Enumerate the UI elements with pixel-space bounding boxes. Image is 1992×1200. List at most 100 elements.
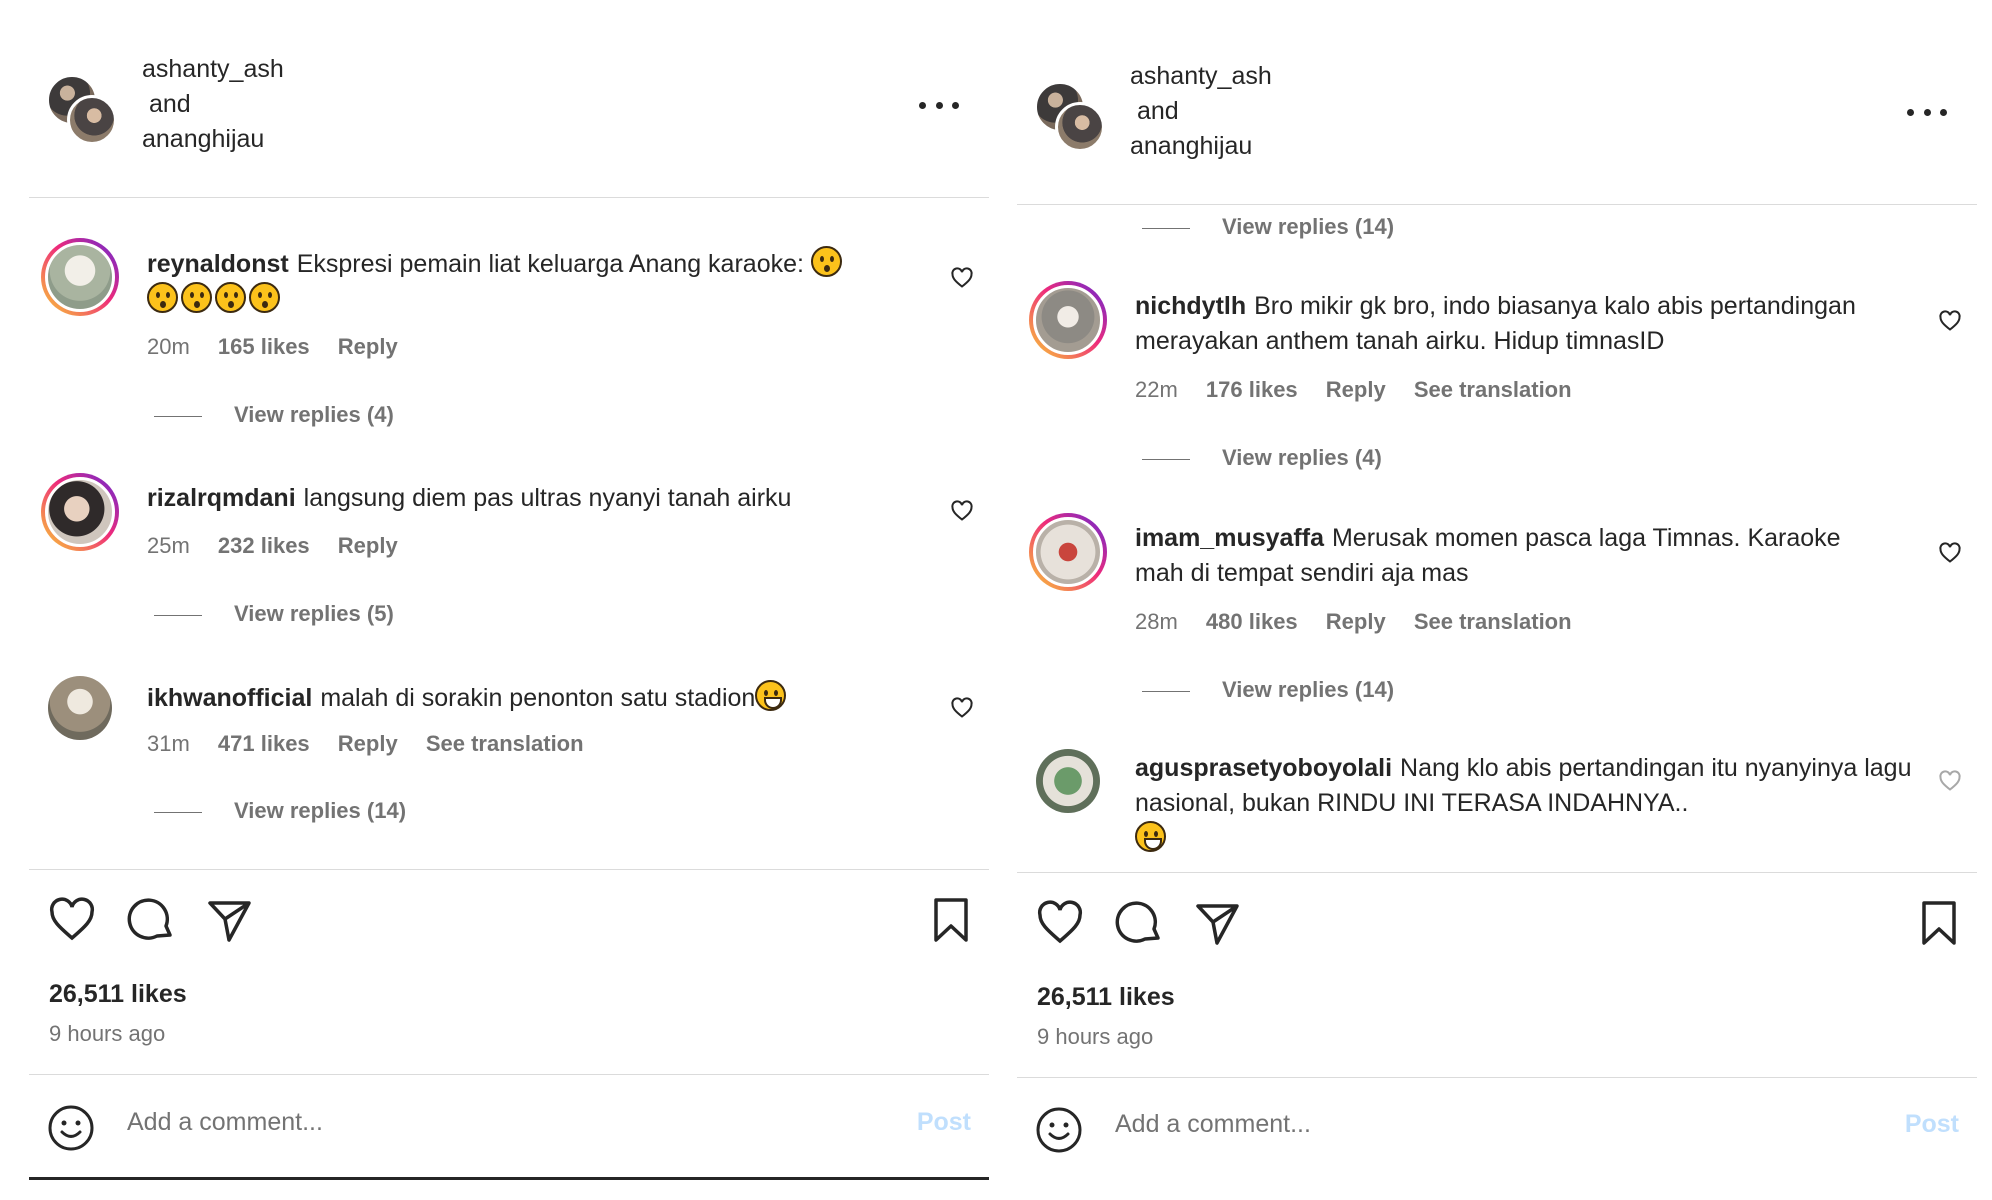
see-translation-button[interactable]: See translation xyxy=(426,731,584,756)
heart-icon[interactable] xyxy=(1035,898,1085,948)
comment-time: 28m xyxy=(1135,609,1178,634)
owner-username-link[interactable]: ashanty_ash xyxy=(1130,62,1272,90)
view-replies-label: View replies (4) xyxy=(1222,445,1382,470)
post-likes-count[interactable]: 26,511 likes xyxy=(1037,983,1175,1012)
reply-button[interactable]: Reply xyxy=(1326,377,1386,402)
post-actions xyxy=(29,895,989,965)
comment-text: rizalrqmdani langsung diem pas ultras nya… xyxy=(147,481,887,516)
comment-username[interactable]: ikhwanofficial xyxy=(147,684,312,712)
post-button[interactable]: Post xyxy=(917,1108,971,1137)
comment-like-heart-icon[interactable] xyxy=(1938,309,1962,333)
avatar[interactable] xyxy=(48,676,112,740)
view-replies-button[interactable]: View replies (4) xyxy=(154,402,394,428)
comment-like-heart-icon[interactable] xyxy=(950,696,974,720)
comment-content: malah di sorakin penonton satu stadion xyxy=(320,684,756,712)
comment-likes[interactable]: 165 likes xyxy=(218,334,310,359)
laughing-face-emoji-icon xyxy=(1135,821,1166,852)
post-owners: ashanty_ash and ananghijau xyxy=(1130,59,1272,164)
comment-username[interactable]: agusprasetyoboyolali xyxy=(1135,754,1392,782)
avatar[interactable] xyxy=(1029,281,1107,359)
comment-meta: 25m 232 likes Reply xyxy=(147,533,420,559)
astonished-face-emoji-icon xyxy=(147,282,178,313)
post-header: ashanty_ash and ananghijau xyxy=(29,50,989,188)
owner-avatars[interactable] xyxy=(1035,82,1105,152)
comment-icon[interactable] xyxy=(126,895,176,945)
divider xyxy=(29,1177,989,1180)
reply-button[interactable]: Reply xyxy=(338,334,398,359)
post-button[interactable]: Post xyxy=(1905,1110,1959,1139)
avatar[interactable] xyxy=(1029,513,1107,591)
comment-likes[interactable]: 471 likes xyxy=(218,731,310,756)
reply-button[interactable]: Reply xyxy=(1326,609,1386,634)
comment-meta: 31m 471 likes Reply See translation xyxy=(147,731,606,757)
owner-avatars[interactable] xyxy=(47,75,117,145)
owner-username-link[interactable]: ananghijau xyxy=(142,125,264,153)
emoji-icon[interactable] xyxy=(1035,1106,1083,1154)
view-replies-button[interactable]: View replies (14) xyxy=(1142,214,1394,240)
see-translation-button[interactable]: See translation xyxy=(1414,377,1572,402)
post-timestamp: 9 hours ago xyxy=(49,1021,166,1046)
avatar xyxy=(1055,102,1105,152)
laughing-face-emoji-icon xyxy=(755,680,787,711)
comment-like-heart-icon[interactable] xyxy=(950,499,974,523)
heart-icon[interactable] xyxy=(47,895,97,945)
post-owners: ashanty_ash and ananghijau xyxy=(142,52,284,157)
astonished-face-emoji-icon xyxy=(249,282,280,313)
owners-and-label: and xyxy=(1137,97,1179,125)
comment-content: langsung diem pas ultras nyanyi tanah ai… xyxy=(303,484,792,512)
view-replies-button[interactable]: View replies (14) xyxy=(154,798,406,824)
astonished-face-emoji-icon xyxy=(810,246,842,277)
comment-username[interactable]: reynaldonst xyxy=(147,250,289,278)
more-options-icon[interactable] xyxy=(919,90,959,120)
avatar[interactable] xyxy=(1036,749,1100,813)
comment-icon[interactable] xyxy=(1114,898,1164,948)
comment-meta: 20m 165 likes Reply xyxy=(147,334,420,360)
post-panel-right: ashanty_ash and ananghijau View replies … xyxy=(1017,0,1977,1182)
owner-username-link[interactable]: ananghijau xyxy=(1130,132,1252,160)
add-comment-row: Post xyxy=(1017,1096,1977,1166)
comment-like-heart-icon[interactable] xyxy=(1938,541,1962,565)
reply-button[interactable]: Reply xyxy=(338,731,398,756)
view-replies-button[interactable]: View replies (14) xyxy=(1142,677,1394,703)
owner-username-link[interactable]: ashanty_ash xyxy=(142,55,284,83)
avatar[interactable] xyxy=(41,238,119,316)
comment-username[interactable]: rizalrqmdani xyxy=(147,484,296,512)
astonished-face-emoji-icon xyxy=(181,282,212,313)
bookmark-icon[interactable] xyxy=(1914,898,1964,948)
share-icon[interactable] xyxy=(1192,898,1242,948)
post-likes-count[interactable]: 26,511 likes xyxy=(49,980,187,1009)
comment-text: reynaldonst Ekspresi pemain liat keluarga… xyxy=(147,246,887,318)
add-comment-input[interactable] xyxy=(127,1108,827,1137)
post-timestamp: 9 hours ago xyxy=(1037,1024,1154,1049)
comment-content: Ekspresi pemain liat keluarga Anang kara… xyxy=(296,250,804,278)
comment-like-heart-icon[interactable] xyxy=(950,266,974,290)
view-replies-label: View replies (5) xyxy=(234,601,394,626)
comment-text: ikhwanofficial malah di sorakin penonton … xyxy=(147,680,887,716)
see-translation-button[interactable]: See translation xyxy=(1414,609,1572,634)
comment-likes[interactable]: 232 likes xyxy=(218,533,310,558)
divider xyxy=(1017,1077,1977,1078)
astonished-face-emoji-icon xyxy=(215,282,246,313)
comment-time: 22m xyxy=(1135,377,1178,402)
comment-like-heart-icon[interactable] xyxy=(1938,769,1962,793)
divider xyxy=(29,869,989,870)
view-replies-label: View replies (4) xyxy=(234,402,394,427)
comment-text: nichdytlh Bro mikir gk bro, indo biasanya… xyxy=(1135,289,1895,359)
reply-button[interactable]: Reply xyxy=(338,533,398,558)
view-replies-button[interactable]: View replies (5) xyxy=(154,601,394,627)
view-replies-button[interactable]: View replies (4) xyxy=(1142,445,1382,471)
view-replies-label: View replies (14) xyxy=(234,798,407,823)
bookmark-icon[interactable] xyxy=(926,895,976,945)
comment-time: 25m xyxy=(147,533,190,558)
post-panel-left: ashanty_ash and ananghijau reynaldonst Ek… xyxy=(29,0,989,1182)
comment-meta: 28m 480 likes Reply See translation xyxy=(1135,609,1594,635)
more-options-icon[interactable] xyxy=(1907,97,1947,127)
comment-username[interactable]: nichdytlh xyxy=(1135,292,1246,320)
avatar[interactable] xyxy=(41,473,119,551)
comment-username[interactable]: imam_musyaffa xyxy=(1135,524,1324,552)
emoji-icon[interactable] xyxy=(47,1104,95,1152)
add-comment-input[interactable] xyxy=(1115,1110,1815,1139)
share-icon[interactable] xyxy=(204,895,254,945)
comment-likes[interactable]: 176 likes xyxy=(1206,377,1298,402)
comment-likes[interactable]: 480 likes xyxy=(1206,609,1298,634)
